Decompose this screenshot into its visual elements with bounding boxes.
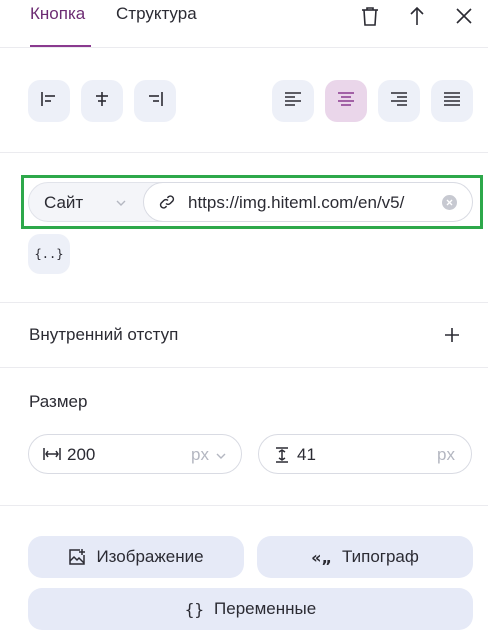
tab-button[interactable]: Кнопка	[30, 4, 85, 24]
text-align-center-button[interactable]	[325, 80, 367, 122]
text-align-right-icon	[390, 91, 408, 111]
image-add-icon	[68, 548, 86, 566]
close-icon[interactable]	[452, 4, 476, 28]
divider	[0, 152, 488, 153]
height-field[interactable]: 41 px	[258, 434, 472, 474]
align-center-button[interactable]	[81, 80, 123, 122]
active-tab-indicator	[30, 45, 91, 47]
align-right-icon	[146, 91, 164, 112]
text-align-left-icon	[284, 91, 302, 111]
align-center-icon	[93, 91, 111, 112]
typograph-button[interactable]: «„ Типограф	[257, 536, 473, 578]
divider	[0, 367, 488, 368]
image-button-label: Изображение	[96, 547, 204, 566]
width-field[interactable]: 200 px	[28, 434, 242, 474]
text-align-justify-button[interactable]	[431, 80, 473, 122]
typograph-button-label: Типограф	[341, 547, 419, 566]
move-up-icon[interactable]	[405, 4, 429, 28]
text-align-right-button[interactable]	[378, 80, 420, 122]
width-unit: px	[191, 445, 209, 464]
text-align-center-icon	[337, 91, 355, 111]
tab-structure[interactable]: Структура	[116, 4, 197, 24]
height-unit: px	[437, 445, 455, 464]
align-right-button[interactable]	[134, 80, 176, 122]
insert-variable-button[interactable]: {..}	[28, 234, 70, 274]
text-align-justify-icon	[443, 91, 461, 111]
padding-label: Внутренний отступ	[29, 325, 179, 344]
trash-icon[interactable]	[358, 4, 382, 28]
align-left-button[interactable]	[28, 80, 70, 122]
plus-icon	[441, 328, 463, 350]
size-label: Размер	[29, 392, 88, 411]
panel-header: Кнопка Структура	[0, 0, 488, 48]
width-value: 200	[67, 445, 96, 464]
braces-icon: {}	[184, 599, 205, 619]
align-left-icon	[40, 91, 58, 112]
height-value: 41	[297, 445, 316, 464]
highlight-box	[21, 175, 483, 229]
text-align-left-button[interactable]	[272, 80, 314, 122]
variables-button-label: Переменные	[214, 599, 317, 618]
image-button[interactable]: Изображение	[28, 536, 244, 578]
height-icon	[275, 447, 289, 468]
divider	[0, 302, 488, 303]
divider	[0, 505, 488, 506]
quotes-icon: «„	[311, 547, 332, 567]
add-padding-button[interactable]	[441, 324, 463, 346]
variables-button[interactable]: {} Переменные	[28, 588, 473, 630]
chevron-down-icon[interactable]	[215, 449, 227, 467]
width-icon	[43, 447, 61, 466]
